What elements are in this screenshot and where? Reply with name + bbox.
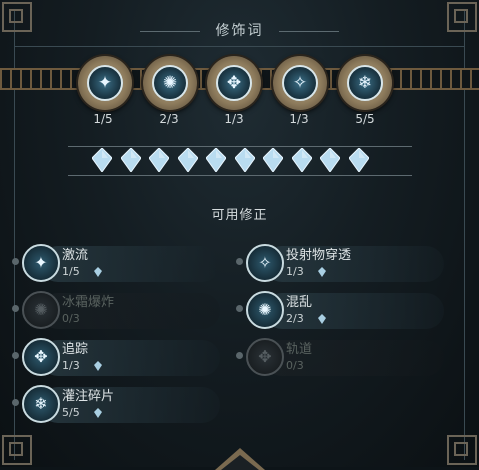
frame-top-line [14,46,465,47]
slot-count-1: 1/5 [93,112,113,126]
gem-capacity-bar [68,142,412,180]
gem-diamond-icon [320,148,340,172]
modifier-chaos[interactable]: ✺ 混乱 2/3 [236,289,446,333]
modifier-name: 追踪 [62,342,89,357]
left-connector-dot [236,258,243,265]
modifier-name: 混乱 [286,295,313,310]
slot-medallion-5[interactable]: ❄ [338,56,392,110]
slot-count-4: 1/3 [289,112,309,126]
modifier-tracking[interactable]: ✥ 追踪 1/3 [12,336,222,380]
gem-cost-icon [318,267,326,277]
gem-diamond-icon [263,148,283,172]
slot-count-3: 1/3 [224,112,244,126]
corner-ornament-bottom-right [447,435,477,465]
slot-medallion-3[interactable]: ✥ [207,56,261,110]
modifier-name: 灌注碎片 [62,389,115,404]
panel-header: 修饰词 [0,20,479,40]
gem-cost-icon [318,314,326,324]
gem-bar-bottom-rail [68,175,412,176]
gem-diamond-icon [149,148,169,172]
modifier-projectile-pierce[interactable]: ✧ 投射物穿透 1/3 [236,242,446,286]
modifier-name: 轨道 [286,342,313,357]
bottom-arrow-ornament-inner [221,455,259,470]
modifier-torrent[interactable]: ✦ 激流 1/5 [12,242,222,286]
gem-diamond-icon [291,148,312,172]
split-projectile-icon: ✧ [282,65,318,101]
modifier-name: 冰霜爆炸 [62,295,115,310]
modifier-count: 0/3 [62,312,80,325]
slot-medallion-1[interactable]: ✦ [78,56,132,110]
projectile-pierce-icon: ✧ [246,244,284,282]
gem-diamond-icon [348,148,369,172]
infused-shards-icon: ❄ [22,385,60,423]
modifier-orbit[interactable]: ✥ 轨道 0/3 [236,336,446,380]
left-connector-dot [12,258,19,265]
snowflake-icon: ❄ [347,65,383,101]
slot-count-2: 2/3 [159,112,179,126]
modifier-frost-explosion[interactable]: ✺ 冰霜爆炸 0/3 [12,289,222,333]
available-modifiers-title: 可用修正 [211,208,268,223]
frost-nova-icon: ✺ [152,65,188,101]
gem-diamond-icon [206,148,226,172]
modifier-count: 5/5 [62,406,80,419]
tracking-icon: ✥ [22,338,60,376]
left-connector-dot [236,352,243,359]
slot-count-5: 5/5 [355,112,375,126]
gem-diamond-icon [177,148,198,172]
modifier-count: 1/3 [62,359,80,372]
modifier-count: 1/5 [62,265,80,278]
slot-medallion-4[interactable]: ✧ [273,56,327,110]
modifier-name: 激流 [62,248,89,263]
panel-title: 修饰词 [215,23,264,39]
left-connector-dot [12,399,19,406]
gem-diamond-icon [120,148,141,172]
modifier-count: 2/3 [286,312,304,325]
left-connector-dot [12,305,19,312]
corner-ornament-bottom-left [2,435,32,465]
gem-cost-icon [94,408,102,418]
left-connector-dot [12,352,19,359]
compass-tracking-icon: ✥ [216,65,252,101]
gem-diamond-icon [234,148,255,172]
frost-explosion-icon: ✺ [22,291,60,329]
modifier-count: 0/3 [286,359,304,372]
gem-cost-icon [94,267,102,277]
slot-medallion-2[interactable]: ✺ [143,56,197,110]
left-connector-dot [236,305,243,312]
modifier-count: 1/3 [286,265,304,278]
modifier-name: 投射物穿透 [286,248,352,263]
shard-burst-icon: ✦ [87,65,123,101]
gem-cost-icon [94,361,102,371]
torrent-icon: ✦ [22,244,60,282]
gem-bar-top-rail [68,146,412,147]
gem-diamond-icon [92,148,112,172]
modifier-infused-shards[interactable]: ❄ 灌注碎片 5/5 [12,383,222,427]
orbit-icon: ✥ [246,338,284,376]
chaos-icon: ✺ [246,291,284,329]
